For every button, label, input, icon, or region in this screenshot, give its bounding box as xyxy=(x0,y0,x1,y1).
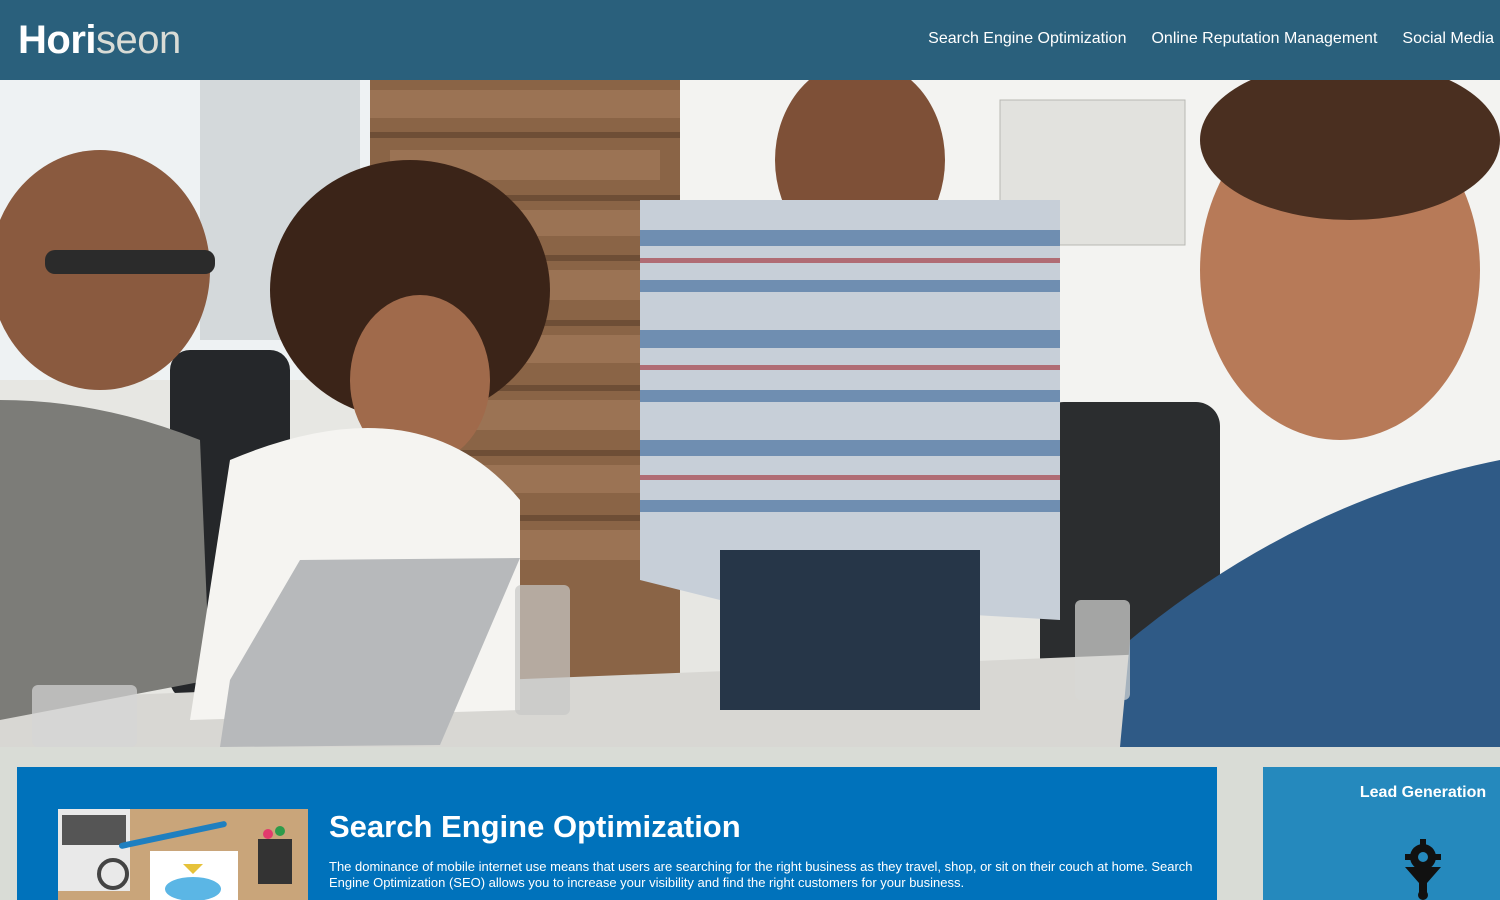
logo-prefix: Hori xyxy=(18,18,97,62)
seo-section: Search Engine Optimization The dominance… xyxy=(17,767,1217,900)
site-logo[interactable]: Horiseon xyxy=(18,14,181,66)
lead-funnel-gear-icon xyxy=(1403,839,1443,900)
section-text: The dominance of mobile internet use mea… xyxy=(329,859,1193,890)
nav-link-social-media[interactable]: Social Media xyxy=(1402,28,1494,50)
site-header: Horiseon Search Engine Optimization Onli… xyxy=(0,0,1500,80)
hero-image xyxy=(0,80,1500,747)
seo-desk-photo xyxy=(58,809,308,900)
nav-link-reputation[interactable]: Online Reputation Management xyxy=(1151,28,1377,50)
nav-link-seo[interactable]: Search Engine Optimization xyxy=(928,28,1126,50)
logo-suffix: seon xyxy=(96,18,181,62)
aside-title: Lead Generation xyxy=(1359,784,1487,801)
seo-thumbnail xyxy=(58,809,308,900)
section-title: Search Engine Optimization xyxy=(329,809,741,844)
main-nav: Search Engine Optimization Online Reputa… xyxy=(928,28,1494,50)
lead-generation-card: Lead Generation xyxy=(1263,767,1500,900)
team-meeting-photo xyxy=(0,80,1500,747)
